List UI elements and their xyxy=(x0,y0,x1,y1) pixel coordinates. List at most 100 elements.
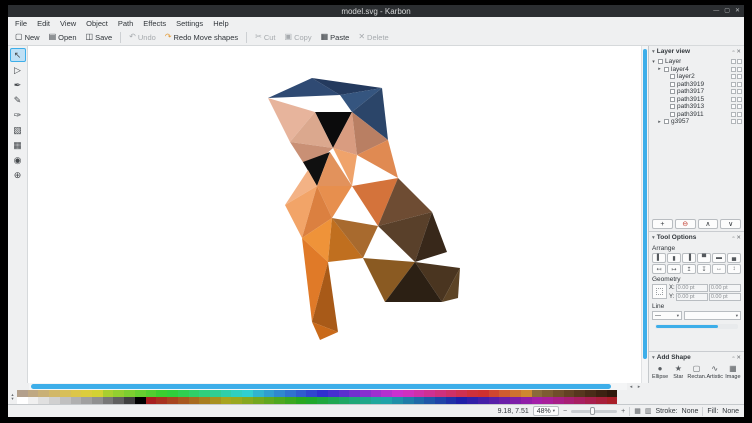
color-swatch[interactable] xyxy=(435,390,446,397)
color-swatch[interactable] xyxy=(542,390,553,397)
color-swatch[interactable] xyxy=(306,390,317,397)
color-swatch[interactable] xyxy=(381,397,392,404)
layer-row[interactable]: layer2 xyxy=(649,73,744,81)
copy-button[interactable]: ▣Copy xyxy=(281,31,316,44)
color-swatch[interactable] xyxy=(510,390,521,397)
lock-icon[interactable] xyxy=(737,119,742,124)
horizontal-scrollbar[interactable] xyxy=(29,383,627,390)
color-swatch[interactable] xyxy=(103,390,114,397)
width-field[interactable]: 0.00 pt xyxy=(709,284,741,292)
color-swatch[interactable] xyxy=(328,390,339,397)
color-swatch[interactable] xyxy=(414,390,425,397)
docker-float-icon[interactable]: ▫ xyxy=(732,235,734,241)
visibility-icon[interactable] xyxy=(731,104,736,109)
vertical-scrollbar-thumb[interactable] xyxy=(643,49,647,359)
color-swatch[interactable] xyxy=(264,397,275,404)
save-button[interactable]: ◫Save xyxy=(82,31,117,44)
align-vcenter-button[interactable]: ▬ xyxy=(712,253,726,263)
tool-options-scrollbar-thumb[interactable] xyxy=(656,325,718,328)
color-swatch[interactable] xyxy=(392,390,403,397)
color-swatch[interactable] xyxy=(253,397,264,404)
color-swatch[interactable] xyxy=(49,397,60,404)
color-swatch[interactable] xyxy=(339,390,350,397)
visibility-icon[interactable] xyxy=(731,74,736,79)
color-swatch[interactable] xyxy=(381,390,392,397)
cut-button[interactable]: ✂Cut xyxy=(251,31,279,44)
color-swatch[interactable] xyxy=(296,397,307,404)
minimize-button[interactable]: — xyxy=(713,8,719,14)
align-top-button[interactable]: ▀ xyxy=(697,253,711,263)
open-button[interactable]: ▤Open xyxy=(45,31,81,44)
horizontal-scrollbar-thumb[interactable] xyxy=(31,384,611,389)
height-field[interactable]: 0.00 pt xyxy=(709,293,741,301)
expander-icon[interactable]: ▸ xyxy=(657,119,662,125)
color-swatch[interactable] xyxy=(467,390,478,397)
undo-button[interactable]: ↶Undo xyxy=(125,31,160,44)
color-swatch[interactable] xyxy=(489,390,500,397)
color-swatch[interactable] xyxy=(113,397,124,404)
zoom-out-button[interactable]: − xyxy=(563,408,567,415)
distribute-horizontal-button[interactable]: ↔ xyxy=(712,264,726,274)
paste-button[interactable]: ▦Paste xyxy=(317,31,354,44)
color-swatch[interactable] xyxy=(81,397,92,404)
color-swatch[interactable] xyxy=(339,397,350,404)
pattern-tool[interactable]: ▦ xyxy=(10,138,26,152)
zoom-tool[interactable]: ⊕ xyxy=(10,168,26,182)
color-swatch[interactable] xyxy=(189,390,200,397)
color-swatch[interactable] xyxy=(424,390,435,397)
title-bar[interactable]: model.svg - Karbon —▢✕ xyxy=(8,5,744,17)
color-swatch[interactable] xyxy=(446,390,457,397)
color-swatch[interactable] xyxy=(113,390,124,397)
align-left-button[interactable]: ▌ xyxy=(652,253,666,263)
color-swatch[interactable] xyxy=(17,397,28,404)
color-swatch[interactable] xyxy=(253,390,264,397)
color-swatch[interactable] xyxy=(553,397,564,404)
canvas[interactable] xyxy=(28,46,641,383)
color-swatch[interactable] xyxy=(499,390,510,397)
color-swatch[interactable] xyxy=(360,397,371,404)
delete-layer-button[interactable]: ⊖ xyxy=(675,219,696,229)
color-swatch[interactable] xyxy=(424,397,435,404)
color-swatch[interactable] xyxy=(564,397,575,404)
menu-edit[interactable]: Edit xyxy=(32,19,55,28)
color-swatch[interactable] xyxy=(521,390,532,397)
color-swatch[interactable] xyxy=(38,390,49,397)
color-swatch[interactable] xyxy=(317,390,328,397)
color-swatch[interactable] xyxy=(49,390,60,397)
color-swatch[interactable] xyxy=(456,390,467,397)
layer-row[interactable]: path3913 xyxy=(649,103,744,111)
color-swatch[interactable] xyxy=(532,390,543,397)
collapse-icon[interactable]: ▾ xyxy=(652,355,655,361)
layer-row[interactable]: path3915 xyxy=(649,96,744,104)
color-swatch[interactable] xyxy=(146,397,157,404)
image-shape[interactable]: ▦Image xyxy=(724,363,742,380)
color-swatch[interactable] xyxy=(564,390,575,397)
docker-close-icon[interactable]: ✕ xyxy=(736,235,741,241)
visibility-icon[interactable] xyxy=(731,97,736,102)
color-swatch[interactable] xyxy=(231,397,242,404)
distribute-top-button[interactable]: ↥ xyxy=(682,264,696,274)
visibility-icon[interactable] xyxy=(731,59,736,64)
color-swatch[interactable] xyxy=(596,390,607,397)
color-swatch[interactable] xyxy=(274,390,285,397)
scroll-right-button[interactable]: ▸ xyxy=(635,383,643,390)
color-swatch[interactable] xyxy=(392,397,403,404)
docker-close-icon[interactable]: ✕ xyxy=(736,49,741,55)
color-swatch[interactable] xyxy=(17,390,28,397)
color-swatch[interactable] xyxy=(167,397,178,404)
color-swatch[interactable] xyxy=(435,397,446,404)
line-width-select[interactable]: ▾ xyxy=(684,311,741,320)
page-icon[interactable]: ▥ xyxy=(645,407,652,415)
color-swatch[interactable] xyxy=(60,390,71,397)
color-swatch[interactable] xyxy=(510,397,521,404)
distribute-vertical-button[interactable]: ↕ xyxy=(727,264,741,274)
color-swatch[interactable] xyxy=(607,397,618,404)
add-layer-button[interactable]: + xyxy=(652,219,673,229)
lock-icon[interactable] xyxy=(737,89,742,94)
color-swatch[interactable] xyxy=(71,397,82,404)
collapse-icon[interactable]: ▾ xyxy=(652,49,655,55)
color-swatch[interactable] xyxy=(178,397,189,404)
color-swatch[interactable] xyxy=(542,397,553,404)
color-swatch[interactable] xyxy=(532,397,543,404)
gradient-tool[interactable]: ▧ xyxy=(10,123,26,137)
